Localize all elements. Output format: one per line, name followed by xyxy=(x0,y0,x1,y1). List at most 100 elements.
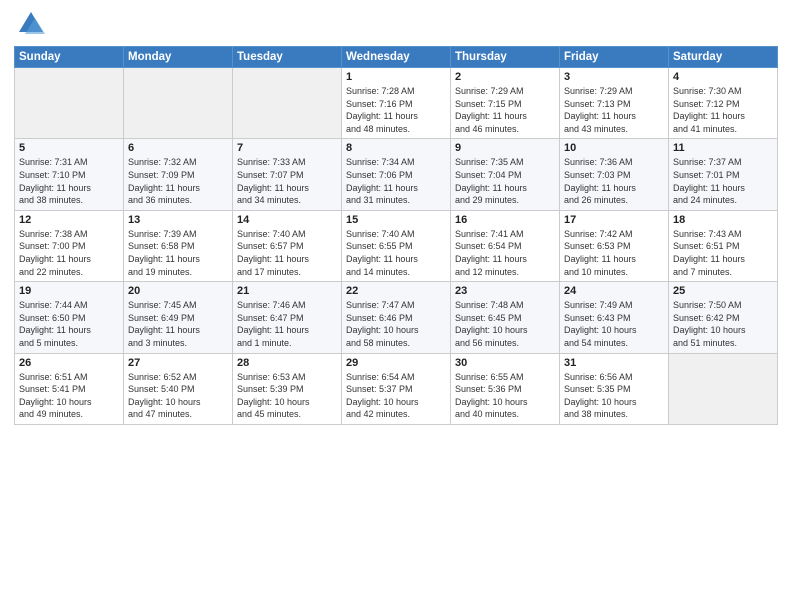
day-number: 5 xyxy=(19,142,119,154)
day-cell: 9 Sunrise: 7:35 AM Sunset: 7:04 PM Daylig… xyxy=(451,139,560,210)
day-info: Sunrise: 7:37 AM Sunset: 7:01 PM Dayligh… xyxy=(673,157,745,205)
weekday-header-sunday: Sunday xyxy=(15,47,124,68)
day-cell: 6 Sunrise: 7:32 AM Sunset: 7:09 PM Daylig… xyxy=(124,139,233,210)
day-number: 12 xyxy=(19,214,119,226)
day-info: Sunrise: 7:40 AM Sunset: 6:55 PM Dayligh… xyxy=(346,229,418,277)
weekday-header-wednesday: Wednesday xyxy=(342,47,451,68)
day-cell: 7 Sunrise: 7:33 AM Sunset: 7:07 PM Daylig… xyxy=(233,139,342,210)
day-cell: 14 Sunrise: 7:40 AM Sunset: 6:57 PM Dayli… xyxy=(233,210,342,281)
day-cell: 22 Sunrise: 7:47 AM Sunset: 6:46 PM Dayli… xyxy=(342,282,451,353)
day-info: Sunrise: 6:52 AM Sunset: 5:40 PM Dayligh… xyxy=(128,372,201,420)
day-cell: 8Sunrise: 7:34 AM Sunset: 7:06 PM Daylig… xyxy=(342,139,451,210)
day-info: Sunrise: 7:42 AM Sunset: 6:53 PM Dayligh… xyxy=(564,229,636,277)
day-number: 29 xyxy=(346,357,446,369)
day-number: 28 xyxy=(237,357,337,369)
day-number: 2 xyxy=(455,71,555,83)
day-number: 23 xyxy=(455,285,555,297)
day-number: 6 xyxy=(128,142,228,154)
day-info: Sunrise: 7:29 AM Sunset: 7:15 PM Dayligh… xyxy=(455,86,527,134)
day-cell: 31 Sunrise: 6:56 AM Sunset: 5:35 PM Dayli… xyxy=(560,353,669,424)
day-number: 11 xyxy=(673,142,773,154)
day-cell xyxy=(669,353,778,424)
day-number: 15 xyxy=(346,214,446,226)
day-info: Sunrise: 7:49 AM Sunset: 6:43 PM Dayligh… xyxy=(564,300,637,348)
day-info: Sunrise: 7:48 AM Sunset: 6:45 PM Dayligh… xyxy=(455,300,528,348)
day-number: 20 xyxy=(128,285,228,297)
day-cell: 2 Sunrise: 7:29 AM Sunset: 7:15 PM Daylig… xyxy=(451,68,560,139)
day-number: 18 xyxy=(673,214,773,226)
day-info: Sunrise: 7:45 AM Sunset: 6:49 PM Dayligh… xyxy=(128,300,200,348)
day-info: Sunrise: 7:44 AM Sunset: 6:50 PM Dayligh… xyxy=(19,300,91,348)
day-cell: 28 Sunrise: 6:53 AM Sunset: 5:39 PM Dayli… xyxy=(233,353,342,424)
day-info: Sunrise: 7:36 AM Sunset: 7:03 PM Dayligh… xyxy=(564,157,636,205)
calendar-table: SundayMondayTuesdayWednesdayThursdayFrid… xyxy=(14,46,778,425)
week-row-4: 19 Sunrise: 7:44 AM Sunset: 6:50 PM Dayli… xyxy=(15,282,778,353)
day-info: Sunrise: 6:56 AM Sunset: 5:35 PM Dayligh… xyxy=(564,372,637,420)
weekday-header-saturday: Saturday xyxy=(669,47,778,68)
weekday-header-thursday: Thursday xyxy=(451,47,560,68)
day-info: Sunrise: 6:55 AM Sunset: 5:36 PM Dayligh… xyxy=(455,372,528,420)
weekday-header-friday: Friday xyxy=(560,47,669,68)
day-cell: 29 Sunrise: 6:54 AM Sunset: 5:37 PM Dayli… xyxy=(342,353,451,424)
weekday-header-monday: Monday xyxy=(124,47,233,68)
day-cell: 16Sunrise: 7:41 AM Sunset: 6:54 PM Dayli… xyxy=(451,210,560,281)
day-info: Sunrise: 7:38 AM Sunset: 7:00 PM Dayligh… xyxy=(19,229,91,277)
day-number: 9 xyxy=(455,142,555,154)
day-number: 24 xyxy=(564,285,664,297)
day-info: Sunrise: 7:33 AM Sunset: 7:07 PM Dayligh… xyxy=(237,157,309,205)
day-cell: 15 Sunrise: 7:40 AM Sunset: 6:55 PM Dayli… xyxy=(342,210,451,281)
day-cell: 19 Sunrise: 7:44 AM Sunset: 6:50 PM Dayli… xyxy=(15,282,124,353)
day-number: 22 xyxy=(346,285,446,297)
week-row-1: 1Sunrise: 7:28 AM Sunset: 7:16 PM Daylig… xyxy=(15,68,778,139)
day-info: Sunrise: 6:53 AM Sunset: 5:39 PM Dayligh… xyxy=(237,372,310,420)
day-number: 27 xyxy=(128,357,228,369)
day-number: 17 xyxy=(564,214,664,226)
day-info: Sunrise: 7:28 AM Sunset: 7:16 PM Dayligh… xyxy=(346,86,418,134)
day-cell: 18 Sunrise: 7:43 AM Sunset: 6:51 PM Dayli… xyxy=(669,210,778,281)
day-number: 25 xyxy=(673,285,773,297)
day-info: Sunrise: 7:39 AM Sunset: 6:58 PM Dayligh… xyxy=(128,229,200,277)
weekday-header-row: SundayMondayTuesdayWednesdayThursdayFrid… xyxy=(15,47,778,68)
day-info: Sunrise: 7:46 AM Sunset: 6:47 PM Dayligh… xyxy=(237,300,309,348)
calendar-page: SundayMondayTuesdayWednesdayThursdayFrid… xyxy=(0,0,792,612)
day-cell: 3Sunrise: 7:29 AM Sunset: 7:13 PM Daylig… xyxy=(560,68,669,139)
day-number: 19 xyxy=(19,285,119,297)
day-info: Sunrise: 7:50 AM Sunset: 6:42 PM Dayligh… xyxy=(673,300,746,348)
day-cell: 24 Sunrise: 7:49 AM Sunset: 6:43 PM Dayli… xyxy=(560,282,669,353)
day-info: Sunrise: 7:31 AM Sunset: 7:10 PM Dayligh… xyxy=(19,157,91,205)
day-number: 21 xyxy=(237,285,337,297)
week-row-2: 5 Sunrise: 7:31 AM Sunset: 7:10 PM Daylig… xyxy=(15,139,778,210)
week-row-3: 12 Sunrise: 7:38 AM Sunset: 7:00 PM Dayli… xyxy=(15,210,778,281)
day-number: 4 xyxy=(673,71,773,83)
day-number: 14 xyxy=(237,214,337,226)
day-info: Sunrise: 7:43 AM Sunset: 6:51 PM Dayligh… xyxy=(673,229,745,277)
day-info: Sunrise: 7:41 AM Sunset: 6:54 PM Dayligh… xyxy=(455,229,527,277)
day-cell xyxy=(124,68,233,139)
day-number: 31 xyxy=(564,357,664,369)
logo xyxy=(14,10,45,38)
day-number: 30 xyxy=(455,357,555,369)
weekday-header-tuesday: Tuesday xyxy=(233,47,342,68)
day-cell: 1Sunrise: 7:28 AM Sunset: 7:16 PM Daylig… xyxy=(342,68,451,139)
day-cell: 25 Sunrise: 7:50 AM Sunset: 6:42 PM Dayli… xyxy=(669,282,778,353)
day-cell xyxy=(15,68,124,139)
day-info: Sunrise: 7:30 AM Sunset: 7:12 PM Dayligh… xyxy=(673,86,745,134)
day-cell: 13 Sunrise: 7:39 AM Sunset: 6:58 PM Dayli… xyxy=(124,210,233,281)
day-info: Sunrise: 7:32 AM Sunset: 7:09 PM Dayligh… xyxy=(128,157,200,205)
day-info: Sunrise: 7:40 AM Sunset: 6:57 PM Dayligh… xyxy=(237,229,309,277)
day-cell: 10Sunrise: 7:36 AM Sunset: 7:03 PM Dayli… xyxy=(560,139,669,210)
day-cell: 11 Sunrise: 7:37 AM Sunset: 7:01 PM Dayli… xyxy=(669,139,778,210)
day-info: Sunrise: 7:47 AM Sunset: 6:46 PM Dayligh… xyxy=(346,300,419,348)
day-cell: 27 Sunrise: 6:52 AM Sunset: 5:40 PM Dayli… xyxy=(124,353,233,424)
week-row-5: 26Sunrise: 6:51 AM Sunset: 5:41 PM Dayli… xyxy=(15,353,778,424)
header xyxy=(14,10,778,38)
day-info: Sunrise: 7:35 AM Sunset: 7:04 PM Dayligh… xyxy=(455,157,527,205)
day-info: Sunrise: 6:54 AM Sunset: 5:37 PM Dayligh… xyxy=(346,372,419,420)
day-cell: 23 Sunrise: 7:48 AM Sunset: 6:45 PM Dayli… xyxy=(451,282,560,353)
day-number: 13 xyxy=(128,214,228,226)
day-number: 3 xyxy=(564,71,664,83)
day-cell: 5 Sunrise: 7:31 AM Sunset: 7:10 PM Daylig… xyxy=(15,139,124,210)
day-cell: 21 Sunrise: 7:46 AM Sunset: 6:47 PM Dayli… xyxy=(233,282,342,353)
day-number: 7 xyxy=(237,142,337,154)
day-number: 26 xyxy=(19,357,119,369)
